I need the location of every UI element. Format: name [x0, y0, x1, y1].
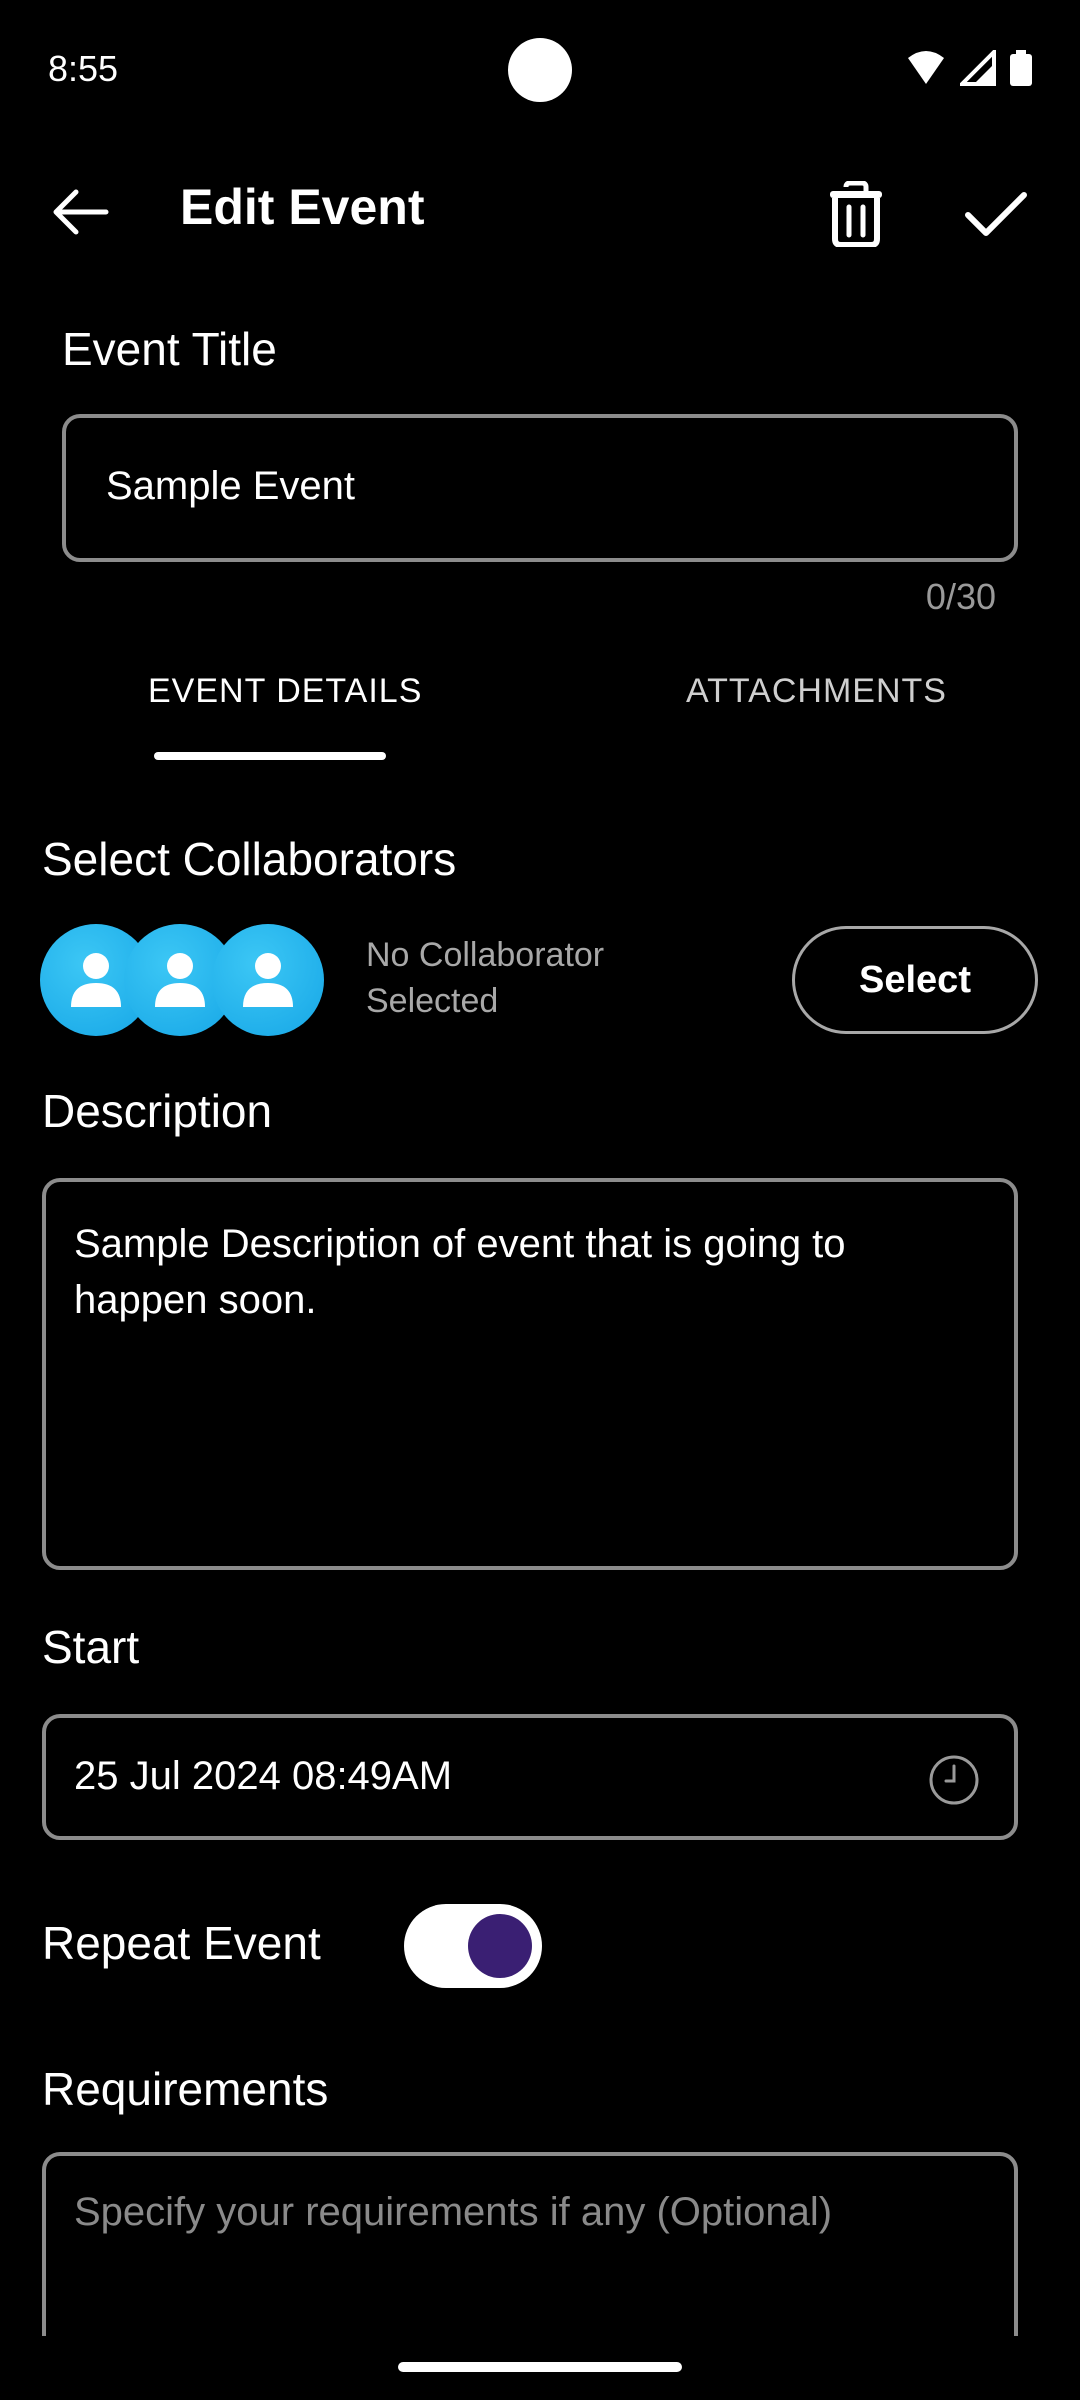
check-icon — [965, 192, 1027, 236]
event-title-label: Event Title — [62, 323, 277, 375]
status-time: 8:55 — [48, 48, 119, 89]
start-datetime-field[interactable]: 25 Jul 2024 08:49AM — [42, 1714, 1018, 1840]
clock-icon — [929, 1755, 979, 1805]
toggle-knob — [468, 1914, 532, 1978]
save-check-button[interactable] — [956, 174, 1036, 254]
requirements-placeholder: Specify your requirements if any (Option… — [74, 2190, 833, 2234]
home-indicator[interactable] — [398, 2362, 682, 2372]
status-bar: 8:55 — [0, 0, 1080, 140]
avatar — [212, 924, 324, 1036]
description-textarea[interactable]: Sample Description of event that is goin… — [42, 1178, 1018, 1570]
start-label: Start — [42, 1621, 140, 1673]
edit-event-screen: 8:55 Edit Event Event Title Sample Event… — [0, 0, 1080, 2400]
collaborator-status-line2: Selected — [366, 982, 499, 1020]
repeat-event-toggle[interactable] — [404, 1904, 542, 1988]
description-value: Sample Description of event that is goin… — [74, 1222, 846, 1322]
description-label: Description — [42, 1085, 273, 1137]
person-icon — [71, 953, 121, 1007]
camera-cutout — [508, 38, 572, 102]
character-counter: 0/30 — [925, 576, 996, 617]
page-title: Edit Event — [180, 179, 425, 235]
select-collaborators-button[interactable]: Select — [792, 926, 1038, 1034]
wifi-icon — [908, 51, 944, 84]
collaborator-avatars[interactable] — [40, 924, 330, 1036]
collaborator-status-line1: No Collaborator — [366, 936, 605, 974]
arrow-left-icon — [53, 189, 109, 235]
person-icon — [243, 953, 293, 1007]
requirements-label: Requirements — [42, 2063, 329, 2115]
person-icon — [155, 953, 205, 1007]
delete-button[interactable] — [816, 174, 896, 254]
tab-event-details[interactable]: EVENT DETAILS — [148, 672, 422, 711]
battery-icon — [1010, 50, 1032, 86]
app-bar: Edit Event — [0, 150, 1080, 270]
start-datetime-value: 25 Jul 2024 08:49AM — [74, 1754, 453, 1798]
tab-attachments[interactable]: ATTACHMENTS — [686, 672, 947, 711]
repeat-event-label: Repeat Event — [42, 1917, 321, 1969]
collaborators-label: Select Collaborators — [42, 833, 457, 885]
trash-icon — [830, 181, 882, 247]
collaborator-status: No Collaborator Selected — [366, 932, 666, 1024]
active-tab-indicator — [154, 752, 386, 760]
signal-icon — [960, 50, 996, 86]
event-title-value: Sample Event — [106, 464, 356, 508]
status-icons — [906, 50, 1032, 86]
back-button[interactable] — [40, 172, 120, 252]
event-title-input[interactable]: Sample Event — [62, 414, 1018, 562]
